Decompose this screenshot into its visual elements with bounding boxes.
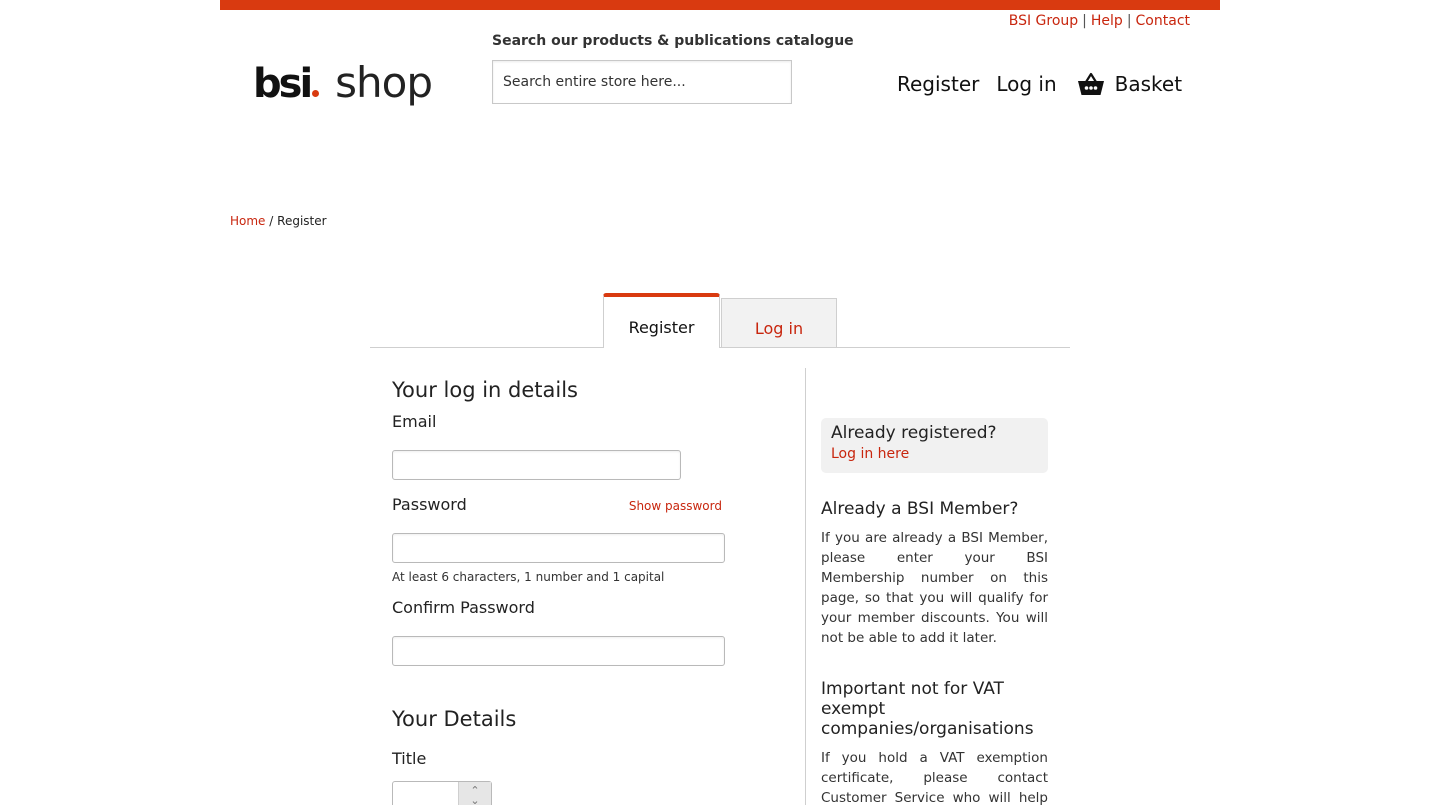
logo-brand: bsi — [253, 61, 313, 107]
tab-register[interactable]: Register — [603, 293, 720, 348]
bsi-shop-logo[interactable]: bsi shop — [253, 58, 433, 114]
header-nav: Register Log in Basket — [897, 72, 1182, 96]
contact-link[interactable]: Contact — [1136, 13, 1190, 29]
email-field[interactable] — [392, 450, 681, 480]
sidebar: Already registered? Log in here Already … — [821, 418, 1048, 805]
separator: | — [1082, 13, 1087, 29]
title-select[interactable]: ⌃ ⌄ — [392, 781, 492, 805]
breadcrumb-separator: / — [269, 214, 274, 228]
breadcrumb-home-link[interactable]: Home — [230, 214, 265, 228]
confirm-password-field[interactable] — [392, 636, 725, 666]
your-details-heading: Your Details — [392, 707, 517, 731]
basket-icon[interactable] — [1077, 72, 1105, 96]
search-box — [492, 60, 792, 104]
password-label: Password — [392, 495, 467, 514]
header-register-link[interactable]: Register — [897, 72, 979, 96]
confirm-password-label: Confirm Password — [392, 598, 535, 617]
column-divider — [805, 368, 806, 805]
bsi-member-text: If you are already a BSI Member, please … — [821, 530, 1048, 646]
bsi-member-heading: Already a BSI Member? — [821, 499, 1019, 519]
tab-login[interactable]: Log in — [721, 298, 837, 348]
search-input[interactable] — [493, 61, 791, 103]
show-password-link[interactable]: Show password — [629, 499, 722, 513]
help-link[interactable]: Help — [1091, 13, 1123, 29]
top-accent-bar — [220, 0, 1220, 10]
bsi-group-link[interactable]: BSI Group — [1009, 13, 1078, 29]
tabs-divider — [370, 347, 1070, 348]
logo-dot — [312, 90, 320, 97]
breadcrumb: Home / Register — [230, 214, 327, 228]
title-label: Title — [392, 749, 427, 768]
password-field[interactable] — [392, 533, 725, 563]
password-hint: At least 6 characters, 1 number and 1 ca… — [392, 570, 665, 584]
already-registered-title: Already registered? — [831, 423, 997, 443]
login-details-heading: Your log in details — [392, 378, 578, 402]
breadcrumb-current: Register — [277, 214, 327, 228]
vat-exempt-heading: Important not for VAT exempt companies/o… — [821, 679, 1034, 739]
spinner-arrows-icon[interactable]: ⌃ ⌄ — [458, 782, 491, 805]
utility-links: BSI Group | Help | Contact — [1009, 13, 1190, 29]
separator: | — [1126, 13, 1132, 29]
header-basket-link[interactable]: Basket — [1115, 72, 1182, 96]
login-here-link[interactable]: Log in here — [831, 446, 1038, 462]
email-label: Email — [392, 412, 437, 431]
already-registered-box: Already registered? Log in here — [821, 418, 1048, 473]
search-label: Search our products & publications catal… — [492, 33, 854, 49]
logo-product: shop — [335, 58, 433, 107]
header-login-link[interactable]: Log in — [996, 72, 1056, 96]
vat-exempt-text: If you hold a VAT exemption certificate,… — [821, 750, 1048, 805]
